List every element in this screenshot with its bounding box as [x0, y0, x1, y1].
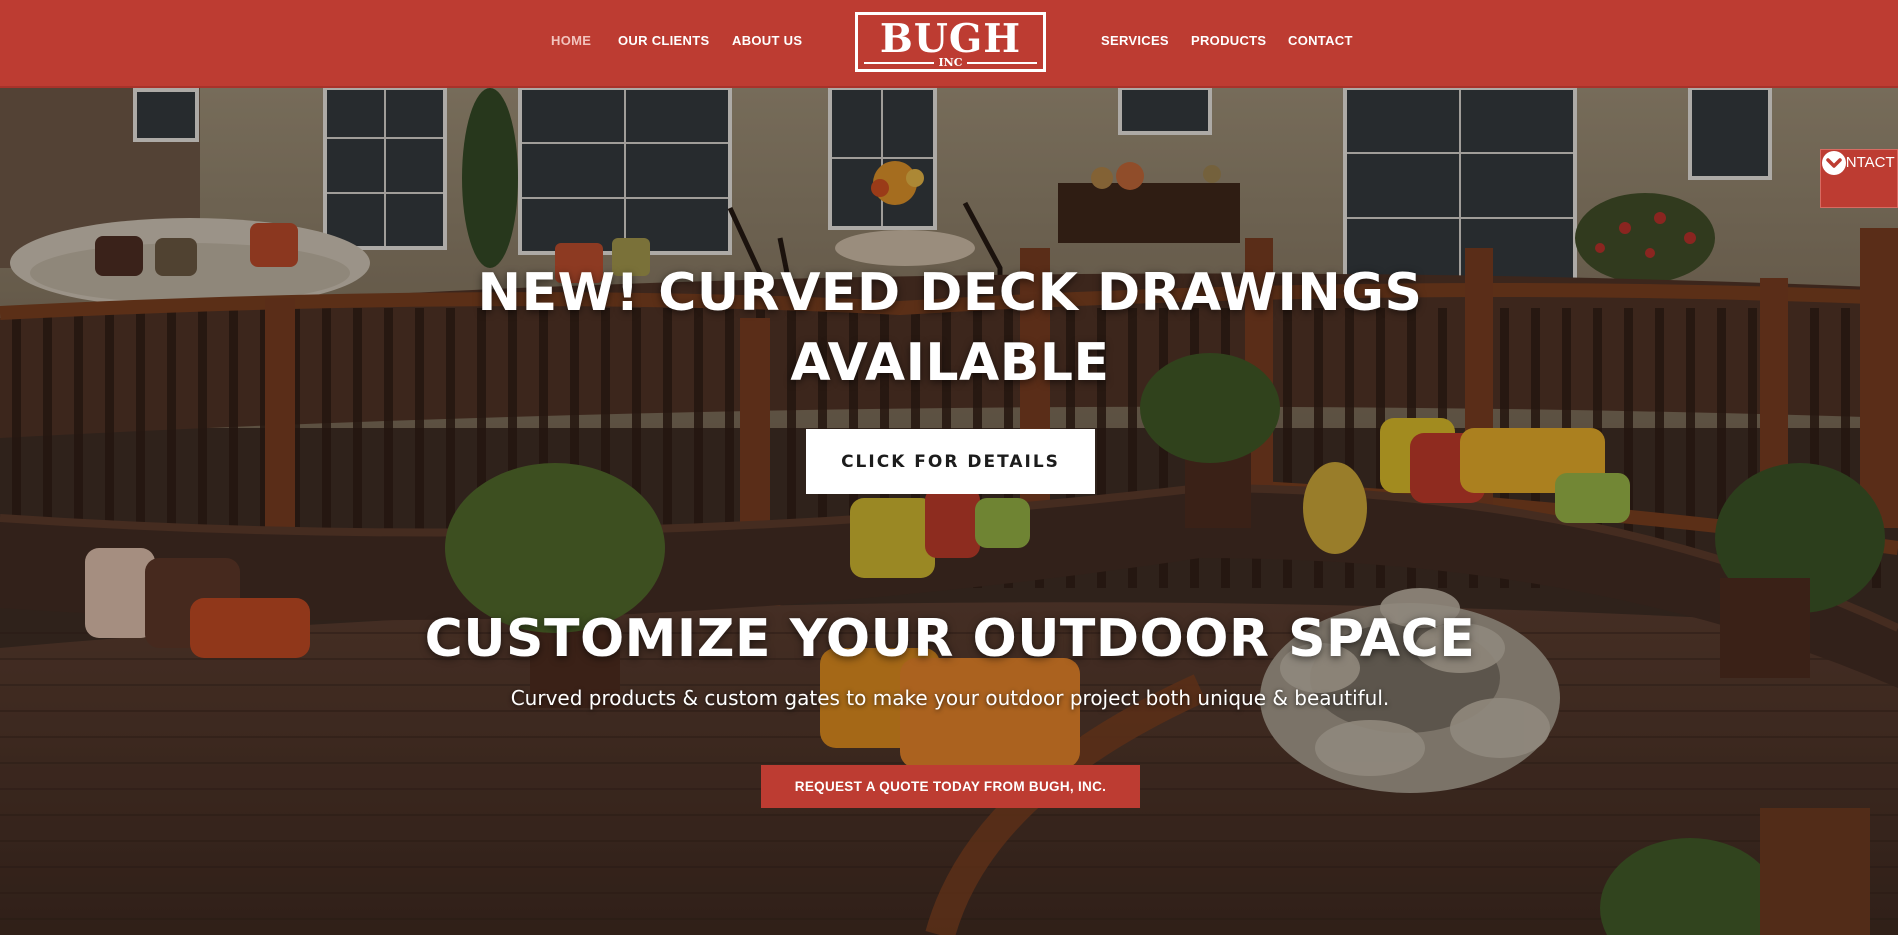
site-logo[interactable]: BUGH INC — [855, 12, 1046, 72]
hero-tagline: Curved products & custom gates to make y… — [510, 686, 1390, 710]
request-quote-button[interactable]: REQUEST A QUOTE TODAY FROM BUGH, INC. — [761, 765, 1140, 808]
logo-name: BUGH — [879, 16, 1022, 62]
side-contact-tab[interactable]: CONTACT — [1820, 149, 1898, 208]
hero-section: NEW! CURVED DECK DRAWINGS AVAILABLE CLIC… — [0, 88, 1898, 935]
logo-rule-right — [967, 62, 1037, 64]
nav-contact[interactable]: CONTACT — [1288, 33, 1353, 48]
site-header: HOME OUR CLIENTS ABOUT US BUGH INC SERVI… — [0, 0, 1898, 88]
nav-services[interactable]: SERVICES — [1101, 33, 1169, 48]
chevron-down-circle-icon — [1822, 151, 1846, 175]
hero-headline: NEW! CURVED DECK DRAWINGS AVAILABLE — [477, 263, 1423, 393]
nav-our-clients[interactable]: OUR CLIENTS — [618, 33, 709, 48]
hero-heading: CUSTOMIZE YOUR OUTDOOR SPACE — [424, 609, 1476, 669]
nav-about-us[interactable]: ABOUT US — [732, 33, 802, 48]
click-for-details-button[interactable]: CLICK FOR DETAILS — [806, 429, 1095, 494]
nav-home[interactable]: HOME — [551, 33, 591, 48]
nav-products[interactable]: PRODUCTS — [1191, 33, 1266, 48]
